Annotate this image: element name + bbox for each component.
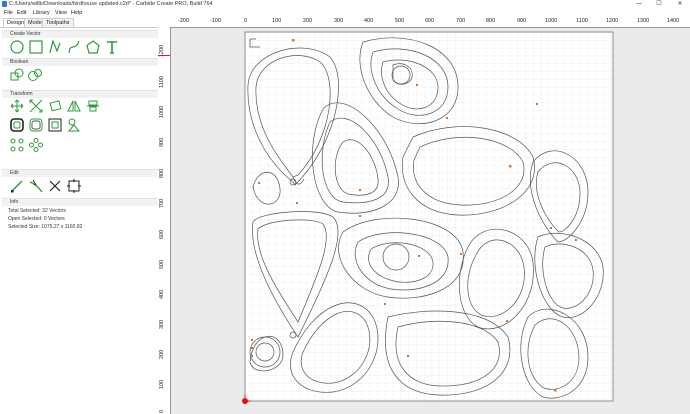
close-button[interactable]: ✕ <box>673 0 687 9</box>
horizontal-ruler: -200 -100 0 100 200 300 400 500 600 700 … <box>158 17 690 28</box>
section-create-vector[interactable]: Create Vector <box>2 30 164 38</box>
tab-toolpaths[interactable]: Toolpaths <box>42 18 74 27</box>
array-icon[interactable] <box>48 118 62 132</box>
section-edit[interactable]: Edit <box>2 169 164 177</box>
trim-icon[interactable] <box>29 179 43 193</box>
selected-size-text: Selected Size: 1075.27 x 1160.82 <box>8 224 83 230</box>
app-icon <box>2 1 7 7</box>
total-selected-text: Total Selected: 32 Vectors <box>8 208 66 214</box>
tab-bar: Design Model Toolpaths <box>0 17 158 28</box>
offset-icon[interactable] <box>10 118 24 132</box>
text-tool-icon[interactable] <box>105 40 119 54</box>
move-icon[interactable] <box>10 99 24 113</box>
design-panel: Design Model Toolpaths Create Vector Boo… <box>0 17 164 414</box>
rotate-icon[interactable] <box>48 99 62 113</box>
align-icon[interactable] <box>86 99 100 113</box>
open-selected-text: Open Selected: 0 Vectors <box>8 216 65 222</box>
window-title: C:/Users/willb/Downloads/birdhouse updat… <box>9 1 213 7</box>
menu-bar: File Edit Library View Help <box>0 9 690 17</box>
section-transform[interactable]: Transform <box>2 90 164 98</box>
circular-array-icon[interactable] <box>29 138 43 152</box>
fillet-icon[interactable] <box>29 118 43 132</box>
grid-array-icon[interactable] <box>10 138 24 152</box>
menu-file[interactable]: File <box>4 10 13 16</box>
menu-help[interactable]: Help <box>71 10 82 16</box>
cut-icon[interactable] <box>48 179 62 193</box>
shape-edit-icon[interactable] <box>67 118 81 132</box>
bounding-box-icon[interactable] <box>67 179 81 193</box>
rectangle-tool-icon[interactable] <box>29 40 43 54</box>
design-canvas[interactable]: -200 -100 0 100 200 300 400 500 600 700 … <box>158 17 690 414</box>
mirror-icon[interactable] <box>67 99 81 113</box>
menu-edit[interactable]: Edit <box>17 10 26 16</box>
polyline-tool-icon[interactable] <box>48 39 62 54</box>
boolean-union-icon[interactable] <box>10 68 24 82</box>
menu-view[interactable]: View <box>55 10 67 16</box>
title-bar: C:/Users/willb/Downloads/birdhouse updat… <box>0 0 690 9</box>
scale-icon[interactable] <box>29 99 43 113</box>
maximize-button[interactable]: ☐ <box>652 0 666 9</box>
node-edit-icon[interactable] <box>10 179 24 193</box>
curve-tool-icon[interactable] <box>67 40 81 54</box>
vertical-ruler: 1200 1100 1000 900 800 700 600 500 400 3… <box>158 27 171 414</box>
ruler-cursor-indicator <box>158 55 170 56</box>
section-boolean[interactable]: Boolean <box>2 58 164 66</box>
minimize-button[interactable]: — <box>632 0 646 9</box>
polygon-tool-icon[interactable] <box>86 40 100 54</box>
boolean-subtract-icon[interactable] <box>28 68 42 82</box>
canvas-drawing[interactable] <box>158 17 690 414</box>
menu-library[interactable]: Library <box>33 10 50 16</box>
circle-tool-icon[interactable] <box>10 40 24 54</box>
section-info[interactable]: Info <box>2 198 164 206</box>
